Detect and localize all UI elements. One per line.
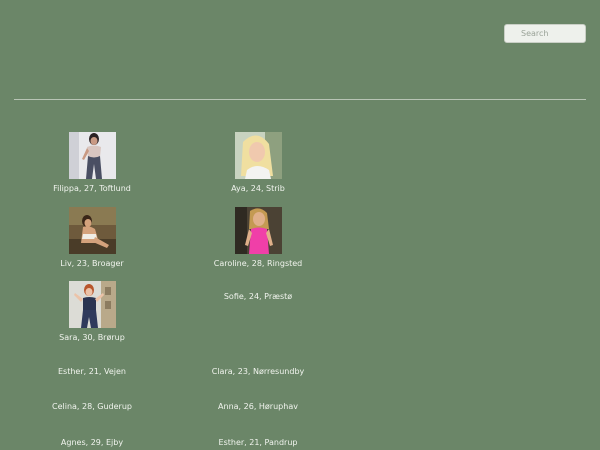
profile-caption: Aya, 24, Strib [231,184,285,193]
profile-card[interactable]: Sara, 30, Brørup [12,281,172,343]
profile-photo[interactable] [68,207,116,254]
profile-grid: Filippa, 27, Toftlund Aya, 24, Strib Liv… [0,0,600,450]
profile-caption: Anna, 26, Høruphav [218,402,298,411]
profile-photo[interactable] [234,132,282,179]
profile-card[interactable]: Filippa, 27, Toftlund [12,132,172,194]
profile-caption: Celina, 28, Guderup [52,402,132,411]
profile-card[interactable]: Aya, 24, Strib [178,132,338,194]
profile-caption: Sofie, 24, Præstø [223,292,293,301]
profile-card[interactable]: Sofie, 24, Præstø [178,292,338,302]
profile-caption: Filippa, 27, Toftlund [53,184,131,193]
profile-photo[interactable] [68,132,116,179]
profile-card[interactable]: Liv, 23, Broager [12,207,172,269]
profile-card[interactable]: Esther, 21, Vejen [12,367,172,377]
profile-caption: Esther, 21, Vejen [58,367,126,376]
profile-caption: Agnes, 29, Ejby [60,438,124,447]
profile-card[interactable]: Clara, 23, Nørresundby [178,367,338,377]
profile-caption: Liv, 23, Broager [60,259,124,268]
photo-woman-blonde [234,132,282,179]
profile-card[interactable]: Anna, 26, Høruphav [178,402,338,412]
profile-caption: Clara, 23, Nørresundby [211,367,305,376]
photo-woman-leggings [68,132,116,179]
profile-photo[interactable] [68,281,116,328]
profile-card[interactable]: Agnes, 29, Ejby [12,438,172,448]
profile-caption: Sara, 30, Brørup [59,333,125,342]
profile-photo[interactable] [234,207,282,254]
profile-caption: Esther, 21, Pandrup [218,438,298,447]
photo-woman-pink [234,207,282,254]
photo-woman-outdoor [68,207,116,254]
profile-caption: Caroline, 28, Ringsted [213,259,303,268]
profile-card[interactable]: Celina, 28, Guderup [12,402,172,412]
profile-card[interactable]: Caroline, 28, Ringsted [178,207,338,269]
page: Filippa, 27, Toftlund Aya, 24, Strib [0,0,600,450]
photo-woman-redhead [68,281,116,328]
profile-card[interactable]: Esther, 21, Pandrup [178,438,338,448]
